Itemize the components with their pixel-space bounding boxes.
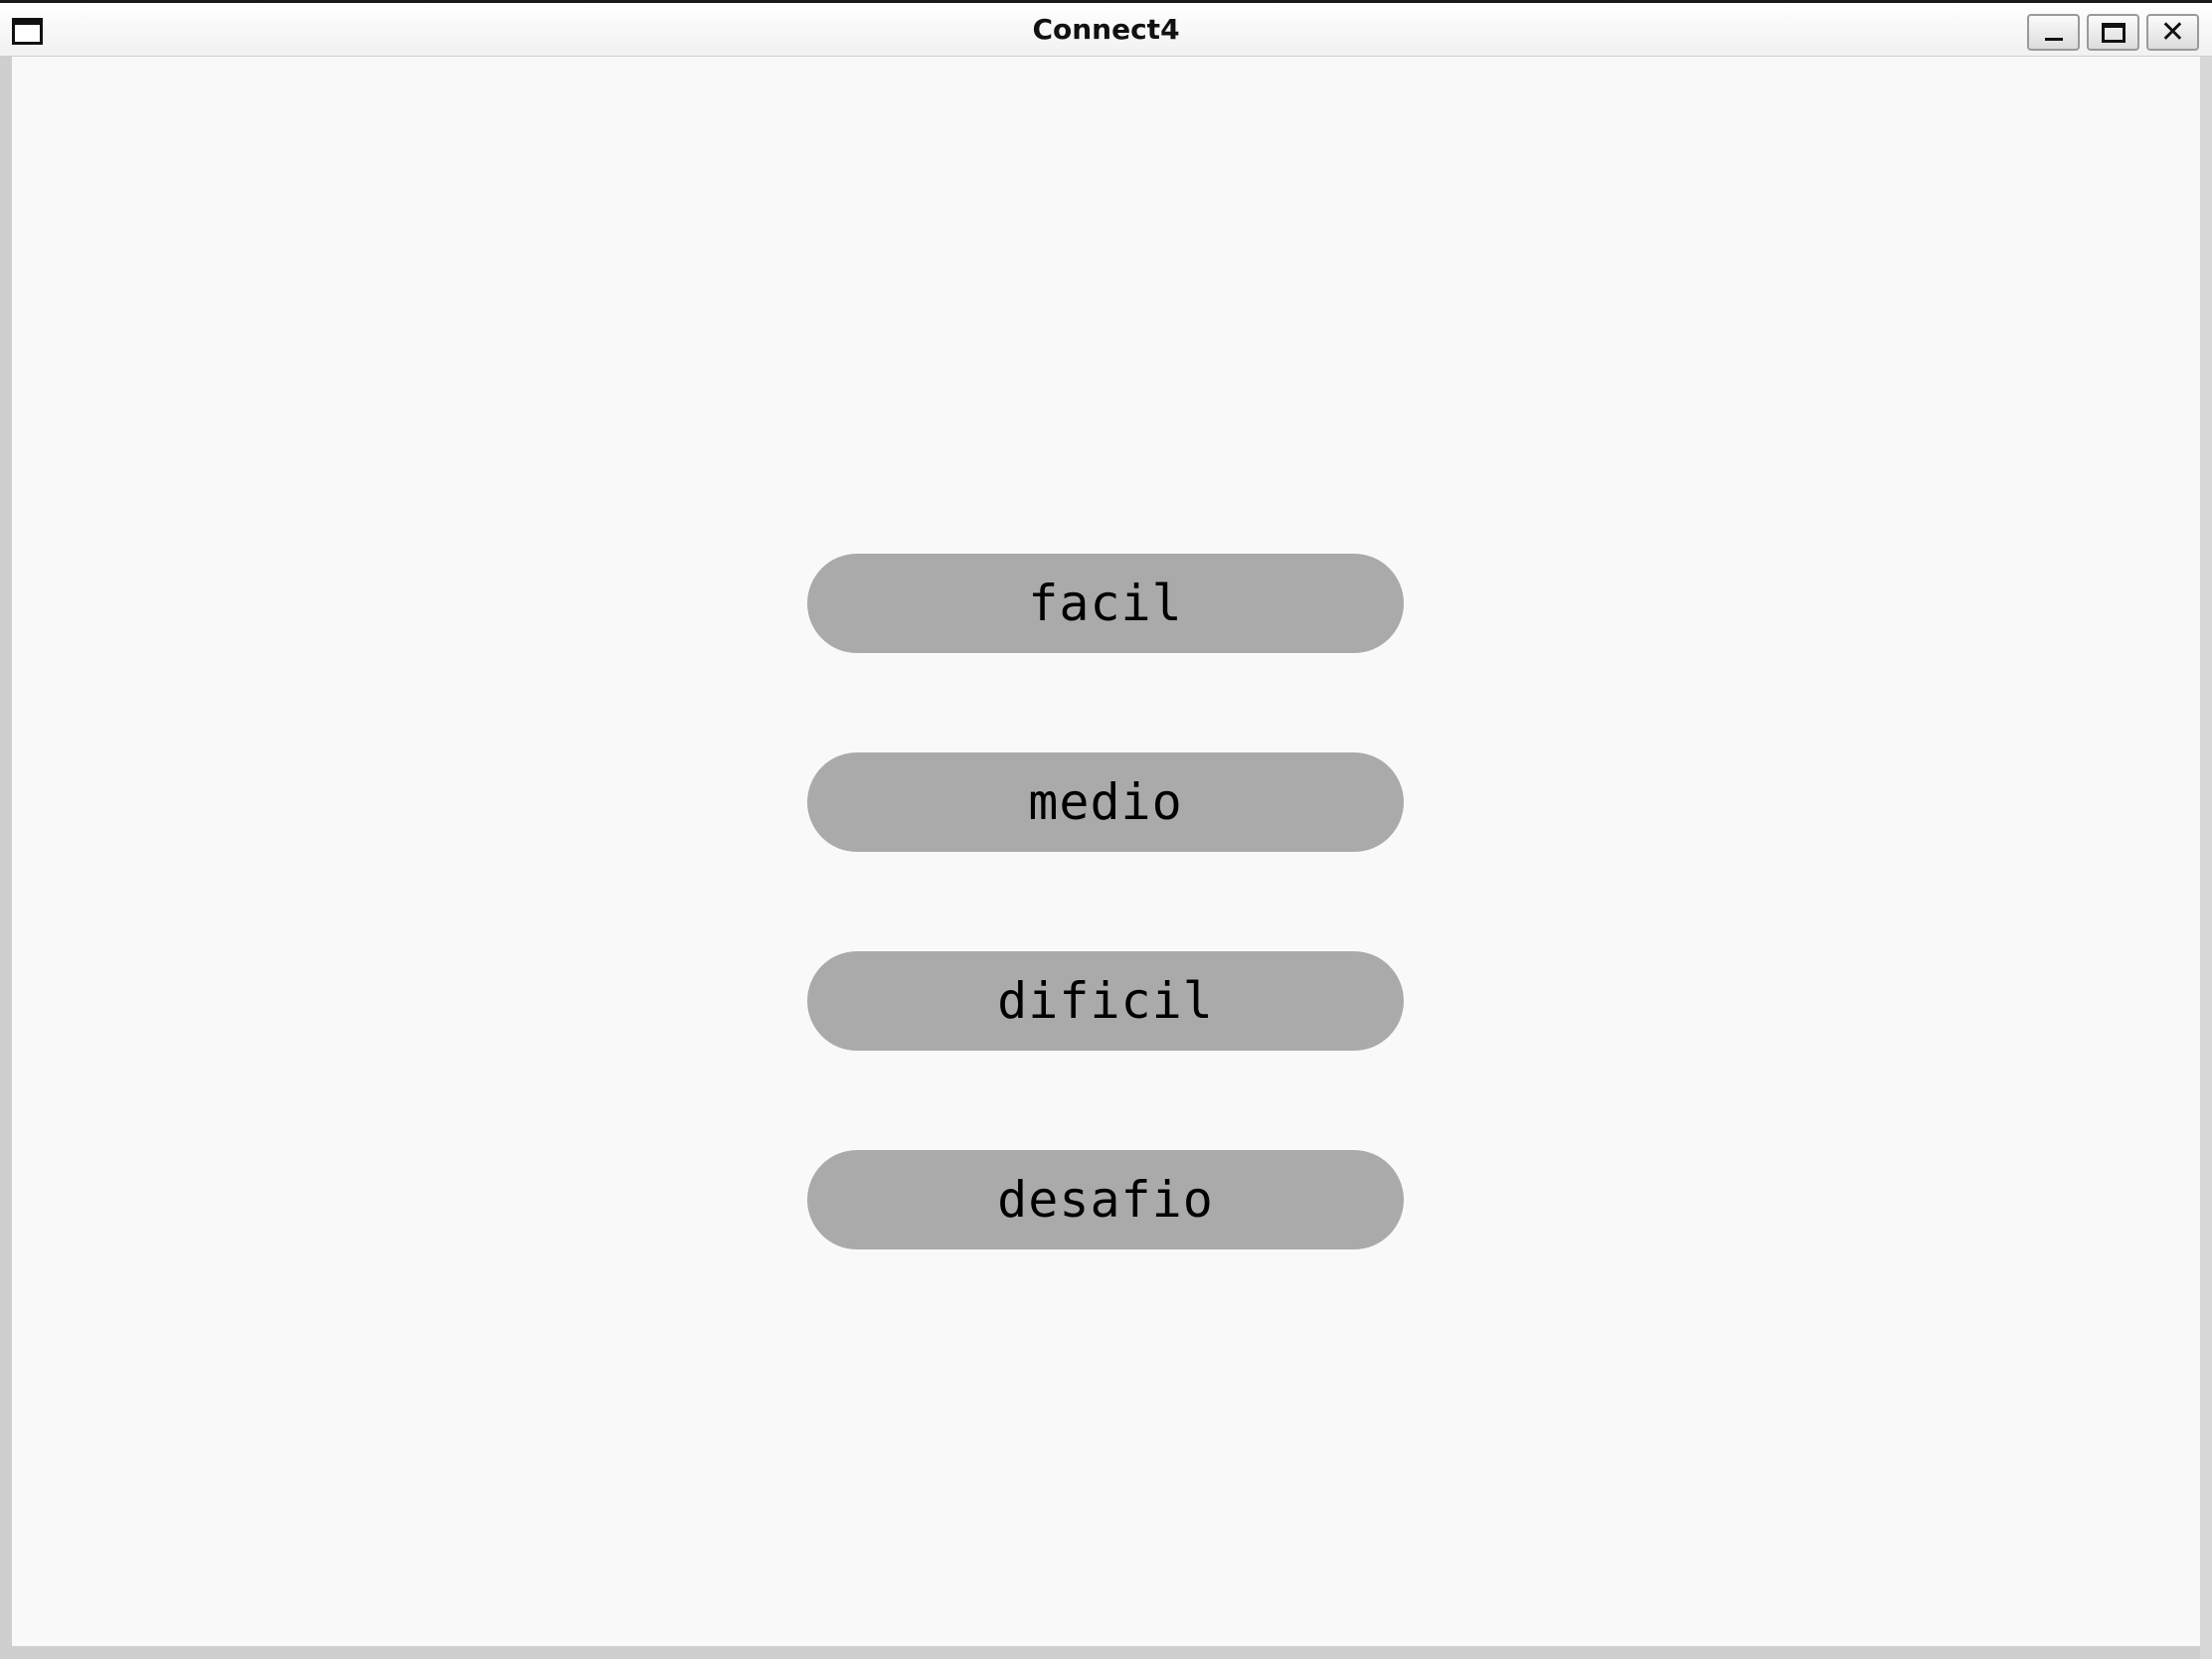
app-window: Connect4 ✕ facil medio dificil desafio <box>0 0 2212 1659</box>
title-bar[interactable]: Connect4 ✕ <box>0 0 2212 57</box>
window-title: Connect4 <box>1032 13 1180 46</box>
difficulty-button-desafio[interactable]: desafio <box>807 1150 1404 1249</box>
close-icon: ✕ <box>2159 14 2186 50</box>
minimize-button[interactable] <box>2027 14 2080 51</box>
minimize-icon <box>2044 38 2063 41</box>
close-button[interactable]: ✕ <box>2146 14 2199 51</box>
window-border <box>2200 57 2212 1659</box>
difficulty-button-dificil[interactable]: dificil <box>807 951 1404 1051</box>
maximize-icon <box>2101 22 2126 43</box>
maximize-button[interactable] <box>2087 14 2139 51</box>
difficulty-button-medio[interactable]: medio <box>807 752 1404 852</box>
difficulty-button-facil[interactable]: facil <box>807 554 1404 653</box>
difficulty-menu: facil medio dificil desafio <box>12 57 2200 1646</box>
game-canvas: facil medio dificil desafio <box>12 57 2200 1646</box>
